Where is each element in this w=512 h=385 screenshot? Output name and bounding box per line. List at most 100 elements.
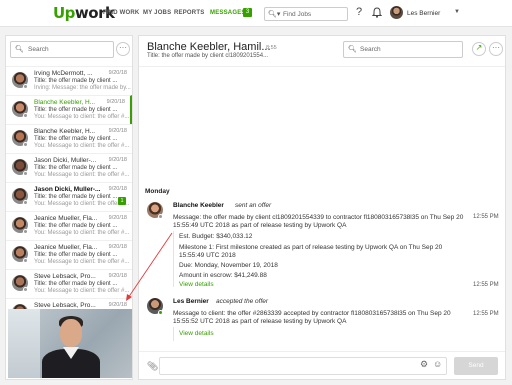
- offer-escrow: Amount in escrow: $41,249.88: [179, 272, 267, 279]
- conversation-date: 9/20/18: [108, 70, 127, 76]
- conversation-name: Jeanice Mueller, Fla...: [34, 244, 98, 251]
- nav-reports[interactable]: REPORTS: [174, 10, 204, 16]
- offer-details-bar: [173, 327, 174, 341]
- offer-due-date: Due: Monday, November 19, 2018: [179, 262, 278, 269]
- conversation-preview: Irving: Message: the offer made by...: [34, 85, 131, 91]
- message-time: 12:55 PM: [473, 214, 499, 220]
- conversation-item[interactable]: Jeanice Mueller, Fla... 9/20/18 Title: the…: [6, 240, 132, 269]
- conversation-search-input[interactable]: 🔍︎ Search: [343, 41, 463, 58]
- unread-badge: 1: [118, 197, 126, 205]
- message-time: 12:55 PM: [473, 311, 499, 317]
- conversation-date: 9/20/18: [108, 157, 127, 163]
- status-dot: [23, 287, 28, 292]
- status-dot: [23, 171, 28, 176]
- search-icon: 🔍︎: [15, 46, 24, 53]
- conversation-item[interactable]: Blanche Keebler, H... 9/20/18 Title: the o…: [6, 124, 132, 153]
- find-jobs-placeholder: Find Jobs: [283, 11, 312, 18]
- emoji-icon[interactable]: ☺︎: [433, 359, 442, 369]
- find-jobs-search[interactable]: 🔍︎▾ Find Jobs: [264, 7, 348, 21]
- status-dot: [23, 229, 28, 234]
- search-icon: 🔍︎: [348, 46, 357, 53]
- message-body: Message: the offer made by client cl1809…: [173, 214, 464, 221]
- gear-icon[interactable]: ⚙︎: [420, 359, 428, 370]
- conversation-name: Steve Lebsack, Pro...: [34, 273, 96, 280]
- view-details-link[interactable]: View details: [179, 330, 214, 337]
- conversation-title: Title: the offer made by client ...: [34, 78, 118, 84]
- more-options-button[interactable]: ···: [116, 42, 130, 56]
- offer-milestone: Milestone 1: First milestone created as …: [179, 244, 443, 251]
- message-input[interactable]: [159, 357, 447, 375]
- status-dot: [158, 214, 163, 219]
- conversation-item[interactable]: Blanche Keebler, H... 9/20/18 Title: the o…: [6, 95, 132, 124]
- search-icon: 🔍︎▾: [268, 11, 281, 18]
- conversation-subtitle: Title: the offer made by client cl180920…: [147, 53, 269, 59]
- message-action: sent an offer: [235, 202, 272, 209]
- conversation-title: Title: the offer made by client ...: [34, 107, 118, 113]
- chevron-down-icon[interactable]: ▼: [454, 9, 460, 15]
- conversation-preview: You: Message to client: the offer #...: [34, 259, 130, 265]
- conversation-title: Title: the offer made by client ...: [34, 165, 118, 171]
- conversation-item[interactable]: Jason Dicki, Muller-... 9/20/18 Title: the…: [6, 182, 132, 211]
- conversation-preview: You: Message to client: the offer #...: [34, 172, 130, 178]
- view-details-link[interactable]: View details: [179, 281, 214, 288]
- offer-budget: Est. Budget: $340,033.12: [179, 233, 253, 240]
- day-separator: Monday: [145, 188, 170, 195]
- messages-count-badge: 3: [243, 8, 252, 17]
- status-dot: [23, 200, 28, 205]
- conversation-name: Jason Dicki, Muller-...: [34, 186, 101, 193]
- bell-icon[interactable]: [372, 7, 382, 18]
- conversation-title: Title: the offer made by client ...: [34, 252, 118, 258]
- conversation-name: Jason Dicki, Muller-...: [34, 157, 97, 164]
- conversation-time: 8:55: [266, 45, 277, 51]
- nav-messages[interactable]: MESSAGES: [210, 10, 246, 16]
- status-dot: [23, 113, 28, 118]
- conversation-title: Blanche Keebler, Hamil...: [147, 41, 271, 53]
- conversation-item[interactable]: Jason Dicki, Muller-... 9/20/18 Title: the…: [6, 153, 132, 182]
- conversation-title: Title: the offer made by client ...: [34, 223, 118, 229]
- send-button[interactable]: Send: [454, 357, 498, 375]
- conversation-item[interactable]: Irving McDermott, ... 9/20/18 Title: the o…: [6, 66, 132, 95]
- conversation-date: 9/20/18: [108, 302, 127, 308]
- conversation-date: 9/20/18: [108, 244, 127, 250]
- user-avatar[interactable]: [390, 6, 403, 19]
- conversation-title: Title: the offer made by client ...: [34, 194, 118, 200]
- conversation-search-input[interactable]: 🔍︎ Search: [10, 41, 114, 58]
- help-icon[interactable]: ?: [356, 6, 362, 18]
- offer-details-bar: [173, 231, 174, 287]
- online-status-dot: [158, 310, 163, 315]
- status-dot: [23, 258, 28, 263]
- nav-my-jobs[interactable]: MY JOBS: [143, 10, 171, 16]
- conversation-date: 9/20/18: [108, 273, 127, 279]
- message-body: 15:55:52 UTC 2018 as part of release tes…: [173, 318, 347, 325]
- call-icon[interactable]: ↗︎: [472, 42, 486, 56]
- conversation-item[interactable]: Jeanice Mueller, Fla... 9/20/18 Title: the…: [6, 211, 132, 240]
- conversation-title: Title: the offer made by client ...: [34, 281, 118, 287]
- conversation-item[interactable]: Steve Lebsack, Pro... 9/20/18 Title: the o…: [6, 269, 132, 298]
- user-name[interactable]: Les Bernier: [407, 10, 440, 17]
- message-time: 12:55 PM: [473, 282, 499, 288]
- message-body: 15:55:49 UTC 2018 as part of release tes…: [173, 222, 347, 229]
- divider: [139, 66, 505, 67]
- conversation-date: 9/20/18: [108, 128, 127, 134]
- video-call-preview[interactable]: [8, 309, 132, 378]
- conversation-date: 9/20/18: [108, 186, 127, 192]
- conversation-preview: You: Message to client: the offer #...: [34, 230, 130, 236]
- nav-find-work[interactable]: FIND WORK: [103, 10, 139, 16]
- conversation-name: Blanche Keebler, H...: [34, 99, 96, 106]
- search-placeholder: Search: [28, 46, 49, 53]
- message-composer: 📎︎ ⚙︎ ☺︎ Send: [139, 351, 505, 380]
- conversation-preview: You: Message to client: the offer #...: [34, 288, 130, 294]
- conversation-title: Title: the offer made by client ...: [34, 136, 118, 142]
- conversation-panel: Blanche Keebler, Hamil... 8:55 Title: th…: [138, 35, 506, 380]
- conversation-date: 9/20/18: [108, 215, 127, 221]
- conversation-preview: You: Message to client: the offer #...: [34, 143, 130, 149]
- more-options-button[interactable]: ···: [489, 42, 503, 56]
- message-sender: Les Bernier: [173, 298, 209, 305]
- status-dot: [23, 142, 28, 147]
- status-dot: [23, 84, 28, 89]
- conversation-list: Irving McDermott, ... 9/20/18 Title: the o…: [6, 66, 132, 327]
- conversation-name: Irving McDermott, ...: [34, 70, 93, 77]
- conversation-date: 9/20/18: [106, 99, 125, 105]
- message-body: Message to client: the offer #2863339 ac…: [173, 310, 451, 317]
- paperclip-icon[interactable]: 📎︎: [147, 361, 158, 372]
